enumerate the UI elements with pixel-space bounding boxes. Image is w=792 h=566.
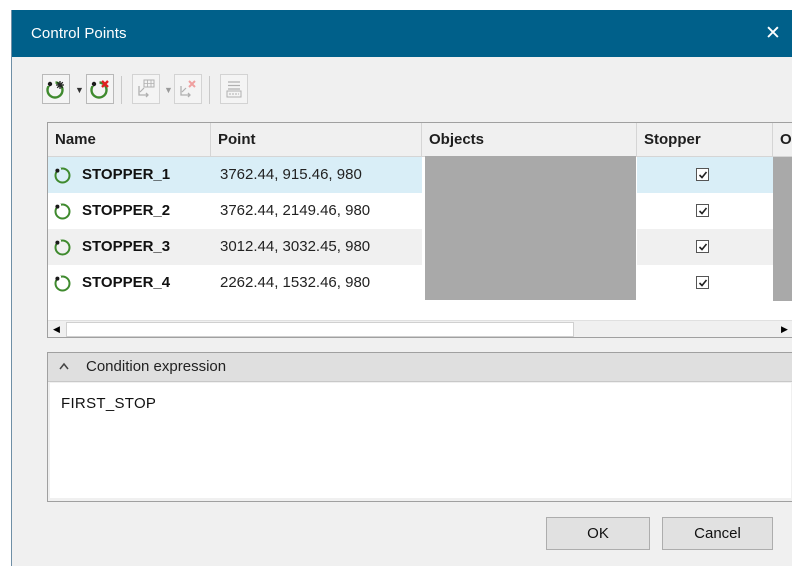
control-points-dialog: Control Points ✕ ▼ ▼ Name Point Objects …: [11, 10, 792, 566]
row-other-cell[interactable]: [773, 157, 792, 193]
grid-header: Name Point Objects Stopper O: [48, 123, 792, 157]
insert-button[interactable]: [132, 74, 160, 104]
control-points-grid[interactable]: Name Point Objects Stopper O STOPPER_1 37…: [47, 122, 792, 338]
column-header-objects[interactable]: Objects: [422, 123, 637, 156]
cancel-button[interactable]: Cancel: [662, 517, 773, 550]
row-stopper-cell: [637, 229, 773, 265]
table-row[interactable]: STOPPER_3 3012.44, 3032.45, 980: [48, 229, 792, 265]
row-point-cell[interactable]: 3762.44, 915.46, 980: [211, 157, 422, 193]
scroll-right-icon[interactable]: ▶: [776, 321, 792, 337]
table-arrow-icon: [138, 79, 155, 98]
add-dropdown-arrow-icon[interactable]: ▼: [75, 85, 84, 95]
row-other-cell[interactable]: [773, 193, 792, 229]
row-stopper-cell: [637, 193, 773, 229]
row-name-text: STOPPER_2: [82, 202, 171, 219]
table-row[interactable]: STOPPER_2 3762.44, 2149.46, 980: [48, 193, 792, 229]
objects-column-cells[interactable]: [425, 156, 636, 300]
checkmark-icon: [698, 171, 708, 179]
edit-list-icon: [226, 81, 242, 98]
control-point-icon: [54, 239, 71, 256]
toolbar-separator: [121, 76, 122, 104]
row-stopper-cell: [637, 157, 773, 193]
row-name-text: STOPPER_3: [82, 238, 171, 255]
control-point-icon: [54, 203, 71, 220]
row-point-cell[interactable]: 3012.44, 3032.45, 980: [211, 229, 422, 265]
edit-list-button[interactable]: [220, 74, 248, 104]
row-name-cell[interactable]: STOPPER_1: [48, 157, 211, 193]
horizontal-scrollbar[interactable]: ◀ ▶: [48, 320, 792, 337]
column-header-name[interactable]: Name: [48, 123, 211, 156]
row-name-cell[interactable]: STOPPER_4: [48, 265, 211, 301]
row-other-cell[interactable]: [773, 265, 792, 301]
column-header-other[interactable]: O: [773, 123, 792, 156]
column-header-stopper[interactable]: Stopper: [637, 123, 773, 156]
stopper-checkbox[interactable]: [696, 276, 709, 289]
add-control-point-button[interactable]: [42, 74, 70, 104]
delete-control-point-icon: [90, 80, 109, 99]
row-point-cell[interactable]: 2262.44, 1532.46, 980: [211, 265, 422, 301]
checkmark-icon: [698, 279, 708, 287]
checkmark-icon: [698, 243, 708, 251]
row-name-cell[interactable]: STOPPER_2: [48, 193, 211, 229]
row-other-cell[interactable]: [773, 229, 792, 265]
control-point-icon: [54, 275, 71, 292]
row-point-cell[interactable]: 3762.44, 2149.46, 980: [211, 193, 422, 229]
table-row[interactable]: STOPPER_4 2262.44, 1532.46, 980: [48, 265, 792, 301]
toolbar: ▼ ▼: [42, 74, 442, 106]
collapse-caret-icon[interactable]: [58, 361, 70, 371]
add-control-point-icon: [46, 81, 64, 99]
condition-expression-input[interactable]: FIRST_STOP: [50, 383, 791, 498]
close-button[interactable]: ✕: [753, 10, 792, 57]
condition-expression-panel: Condition expression FIRST_STOP: [47, 352, 792, 502]
remove-object-button[interactable]: [174, 74, 202, 104]
delete-control-point-button[interactable]: [86, 74, 114, 104]
checkmark-icon: [698, 207, 708, 215]
table-row[interactable]: STOPPER_1 3762.44, 915.46, 980: [48, 157, 792, 193]
toolbar-separator: [209, 76, 210, 104]
column-header-point[interactable]: Point: [211, 123, 422, 156]
title-bar: Control Points ✕: [12, 10, 792, 57]
remove-object-icon: [180, 80, 196, 98]
stopper-checkbox[interactable]: [696, 204, 709, 217]
stopper-checkbox[interactable]: [696, 240, 709, 253]
scroll-left-icon[interactable]: ◀: [48, 321, 65, 337]
dialog-title: Control Points: [31, 25, 127, 42]
scrollbar-thumb[interactable]: [66, 322, 574, 337]
stopper-checkbox[interactable]: [696, 168, 709, 181]
insert-dropdown-arrow-icon[interactable]: ▼: [164, 85, 173, 95]
condition-expression-title: Condition expression: [86, 358, 227, 375]
row-stopper-cell: [637, 265, 773, 301]
row-name-text: STOPPER_1: [82, 166, 171, 183]
condition-expression-header[interactable]: Condition expression: [48, 353, 792, 382]
row-name-cell[interactable]: STOPPER_3: [48, 229, 211, 265]
ok-button[interactable]: OK: [546, 517, 650, 550]
row-name-text: STOPPER_4: [82, 274, 171, 291]
control-point-icon: [54, 167, 71, 184]
